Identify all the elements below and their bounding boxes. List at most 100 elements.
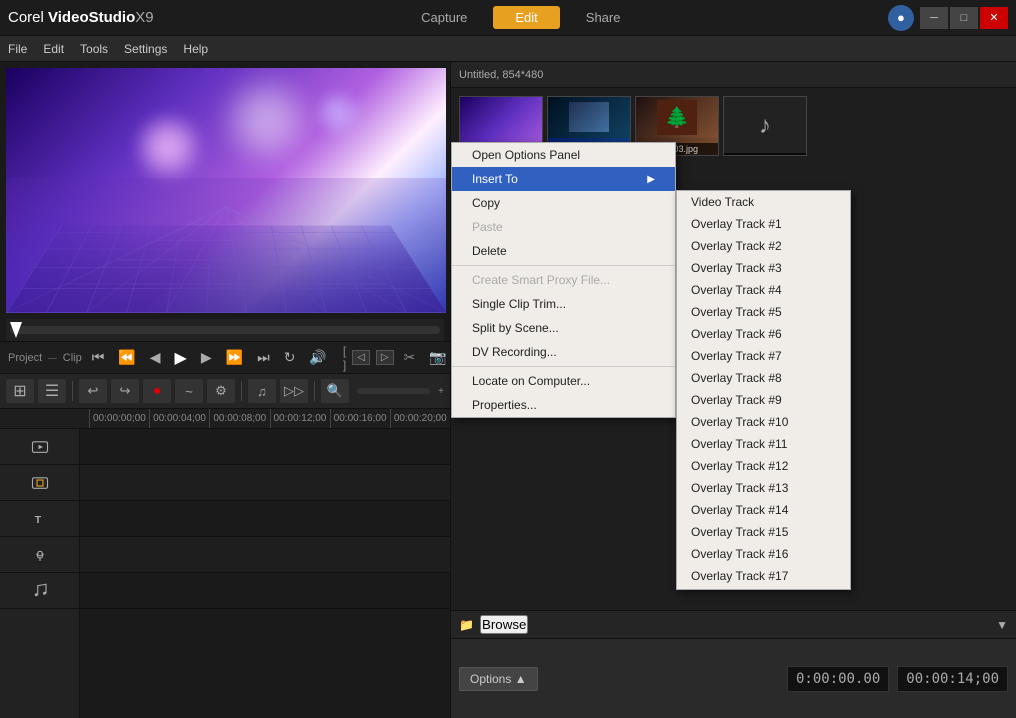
go-end-btn[interactable]: ⏭ bbox=[253, 347, 274, 368]
sm-overlay-3[interactable]: Overlay Track #3 bbox=[677, 257, 850, 279]
repeat-btn[interactable]: ↻ bbox=[280, 347, 300, 368]
track-lane-title[interactable] bbox=[80, 501, 450, 537]
sm-overlay-18[interactable]: Overlay Track #18 bbox=[677, 587, 850, 590]
cm-smart-proxy: Create Smart Proxy File... bbox=[452, 268, 675, 292]
media-thumb-audio[interactable]: ♪ bbox=[723, 96, 807, 156]
transition-btn[interactable]: ▷▷ bbox=[280, 379, 308, 403]
sm-overlay-16[interactable]: Overlay Track #16 bbox=[677, 543, 850, 565]
user-icon[interactable]: ● bbox=[888, 5, 914, 31]
go-start-btn[interactable]: ⏮ bbox=[88, 347, 109, 368]
cm-paste: Paste bbox=[452, 215, 675, 239]
redo-btn[interactable]: ↪ bbox=[111, 379, 139, 403]
settings-btn[interactable]: ⚙ bbox=[207, 379, 235, 403]
cm-locate[interactable]: Locate on Computer... bbox=[452, 369, 675, 393]
sm-overlay-5[interactable]: Overlay Track #5 bbox=[677, 301, 850, 323]
track-lane-overlay[interactable] bbox=[80, 465, 450, 501]
titlebar: Corel VideoStudioX9 Capture Edit Share ●… bbox=[0, 0, 1016, 36]
sm-overlay-6[interactable]: Overlay Track #6 bbox=[677, 323, 850, 345]
cut-btn[interactable]: ✂ bbox=[400, 347, 420, 368]
menu-edit[interactable]: Edit bbox=[43, 42, 64, 56]
sm-overlay-9[interactable]: Overlay Track #9 bbox=[677, 389, 850, 411]
sm-overlay-12[interactable]: Overlay Track #12 bbox=[677, 455, 850, 477]
nav-tabs: Capture Edit Share bbox=[399, 6, 642, 29]
sm-overlay-7[interactable]: Overlay Track #7 bbox=[677, 345, 850, 367]
undo-btn[interactable]: ↩ bbox=[79, 379, 107, 403]
win-close-btn[interactable]: ✕ bbox=[980, 7, 1008, 29]
record-btn[interactable]: ⏺ bbox=[143, 379, 171, 403]
next-frame-btn[interactable]: ⏩ bbox=[222, 347, 247, 368]
volume-btn[interactable]: 🔊 bbox=[305, 347, 330, 368]
sm-overlay-14[interactable]: Overlay Track #14 bbox=[677, 499, 850, 521]
cm-single-trim[interactable]: Single Clip Trim... bbox=[452, 292, 675, 316]
sm-overlay-17[interactable]: Overlay Track #17 bbox=[677, 565, 850, 587]
mix-btn[interactable]: ♫ bbox=[248, 379, 276, 403]
sm-overlay-13[interactable]: Overlay Track #13 bbox=[677, 477, 850, 499]
cm-delete[interactable]: Delete bbox=[452, 239, 675, 263]
right-panel: Untitled, 854*480 SP-V04.wmv SP-I03.jpg bbox=[450, 62, 1016, 718]
menu-help[interactable]: Help bbox=[183, 42, 208, 56]
track-lane-voice[interactable] bbox=[80, 537, 450, 573]
tab-capture[interactable]: Capture bbox=[399, 6, 489, 29]
sm-overlay-2[interactable]: Overlay Track #2 bbox=[677, 235, 850, 257]
tab-edit[interactable]: Edit bbox=[493, 6, 559, 29]
sm-video-track[interactable]: Video Track bbox=[677, 191, 850, 213]
trim-start-btn[interactable]: ◁ bbox=[352, 350, 370, 365]
svg-text:T: T bbox=[34, 513, 41, 525]
context-menu: Open Options Panel Insert To ▶ Copy Past… bbox=[451, 142, 676, 418]
options-btn[interactable]: Options ▲ bbox=[459, 667, 538, 691]
win-controls: ─ □ ✕ bbox=[920, 7, 1008, 29]
sm-overlay-8[interactable]: Overlay Track #8 bbox=[677, 367, 850, 389]
track-label-title: T bbox=[0, 501, 79, 537]
media-thumb-audio-label bbox=[724, 153, 806, 155]
menu-tools[interactable]: Tools bbox=[80, 42, 108, 56]
timecode-display-1: 0:00:00.00 bbox=[787, 666, 889, 692]
main-layout: Project ─ Clip ⏮ ⏪ ◀ ▶ ▶ ⏩ ⏭ ↻ 🔊 [ ] ◁ ▷… bbox=[0, 62, 1016, 718]
step-fwd-btn[interactable]: ▶ bbox=[197, 347, 216, 368]
track-label-overlay bbox=[0, 465, 79, 501]
storyboard-btn[interactable]: ⊞ bbox=[6, 379, 34, 403]
ruler-tick-4: 00:00:16;00 bbox=[330, 409, 390, 428]
playhead-thumb[interactable] bbox=[10, 322, 22, 338]
cm-insert-to[interactable]: Insert To ▶ bbox=[452, 167, 675, 191]
sm-overlay-11[interactable]: Overlay Track #11 bbox=[677, 433, 850, 455]
cm-dv-recording[interactable]: DV Recording... bbox=[452, 340, 675, 364]
cm-split-scene[interactable]: Split by Scene... bbox=[452, 316, 675, 340]
track-lane-video[interactable] bbox=[80, 429, 450, 465]
track-lane-music[interactable] bbox=[80, 573, 450, 609]
track-label-video bbox=[0, 429, 79, 465]
playhead-bar[interactable] bbox=[6, 319, 444, 341]
sm-overlay-15[interactable]: Overlay Track #15 bbox=[677, 521, 850, 543]
step-back-btn[interactable]: ◀ bbox=[146, 347, 165, 368]
menu-file[interactable]: File bbox=[8, 42, 27, 56]
ruler-tick-2: 00:00:08;00 bbox=[209, 409, 269, 428]
timeline-ruler: 00:00:00;00 00:00:04;00 00:00:08;00 00:0… bbox=[0, 409, 450, 429]
menu-settings[interactable]: Settings bbox=[124, 42, 167, 56]
timeline-view-btn[interactable]: ☰ bbox=[38, 379, 66, 403]
zoom-out-btn[interactable]: 🔍 bbox=[321, 379, 349, 403]
sm-overlay-4[interactable]: Overlay Track #4 bbox=[677, 279, 850, 301]
browse-btn[interactable]: Browse bbox=[480, 615, 528, 634]
sm-overlay-10[interactable]: Overlay Track #10 bbox=[677, 411, 850, 433]
trim-end-btn[interactable]: ▷ bbox=[376, 350, 394, 365]
smart-package-btn[interactable]: ~ bbox=[175, 379, 203, 403]
cm-copy[interactable]: Copy bbox=[452, 191, 675, 215]
cm-separator-1 bbox=[452, 265, 675, 266]
win-minimize-btn[interactable]: ─ bbox=[920, 7, 948, 29]
prev-frame-btn[interactable]: ⏪ bbox=[114, 347, 139, 368]
cm-properties[interactable]: Properties... bbox=[452, 393, 675, 417]
cm-separator-2 bbox=[452, 366, 675, 367]
snapshot-btn[interactable]: 📷 bbox=[425, 347, 450, 368]
project-label: Project bbox=[8, 352, 42, 364]
tab-share[interactable]: Share bbox=[564, 6, 643, 29]
insert-submenu: Video Track Overlay Track #1 Overlay Tra… bbox=[676, 190, 851, 590]
track-lanes bbox=[80, 429, 450, 718]
browse-arrow-icon: ▼ bbox=[996, 618, 1008, 632]
library-title: Untitled, 854*480 bbox=[459, 69, 543, 81]
track-labels: T bbox=[0, 429, 80, 718]
playhead-track[interactable] bbox=[10, 326, 440, 334]
play-btn[interactable]: ▶ bbox=[171, 346, 191, 370]
cm-open-options[interactable]: Open Options Panel bbox=[452, 143, 675, 167]
sm-overlay-1[interactable]: Overlay Track #1 bbox=[677, 213, 850, 235]
ruler-tick-5: 00:00:20;00 bbox=[390, 409, 450, 428]
win-maximize-btn[interactable]: □ bbox=[950, 7, 978, 29]
